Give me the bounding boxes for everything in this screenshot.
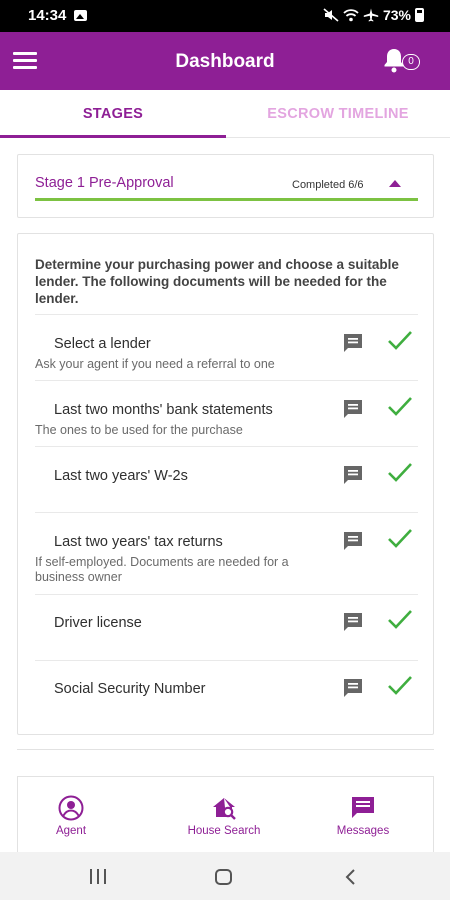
back-button[interactable] [343, 869, 359, 885]
system-navigation-bar [0, 852, 450, 900]
tab-escrow-timeline[interactable]: ESCROW TIMELINE [226, 90, 450, 138]
wifi-icon [343, 9, 359, 22]
task-subtitle: The ones to be used for the purchase [35, 423, 243, 437]
stage-progress-bar [35, 198, 418, 201]
stage-description: Determine your purchasing power and choo… [35, 257, 399, 306]
comment-icon[interactable] [342, 530, 364, 552]
task-title: Social Security Number [54, 681, 206, 697]
checkmark-icon [388, 331, 412, 350]
task-title: Last two months' bank statements [54, 402, 273, 418]
nav-agent-label: Agent [55, 825, 87, 837]
bottom-navigation: Agent House Search Messages [17, 776, 434, 852]
checkmark-icon [388, 610, 412, 629]
notifications-button[interactable]: 0 [382, 47, 422, 75]
comment-icon[interactable] [342, 464, 364, 486]
nav-messages-label: Messages [336, 825, 390, 837]
task-row: Select a lender Ask your agent if you ne… [35, 314, 418, 380]
nav-house-search[interactable]: House Search [174, 795, 274, 837]
notification-count-badge: 0 [402, 54, 420, 70]
nav-messages[interactable]: Messages [323, 795, 403, 837]
task-row: Last two years' tax returns If self-empl… [35, 512, 418, 594]
status-time: 14:34 [28, 7, 67, 24]
task-subtitle: If self-employed. Documents are needed f… [35, 555, 289, 584]
task-row: Driver license [35, 594, 418, 660]
home-button[interactable] [215, 869, 232, 885]
task-title: Select a lender [54, 336, 151, 352]
stage-title: Stage 1 Pre-Approval [35, 175, 174, 191]
comment-icon[interactable] [342, 677, 364, 699]
task-title: Driver license [54, 615, 142, 631]
tab-stages[interactable]: STAGES [0, 90, 226, 138]
nav-house-search-label: House Search [187, 825, 261, 837]
task-row: Last two years' W-2s [35, 446, 418, 512]
checkmark-icon [388, 676, 412, 695]
house-search-icon [213, 798, 236, 820]
checkmark-icon [388, 463, 412, 482]
airplane-mode-icon [363, 8, 379, 22]
next-stage-card-edge [17, 749, 434, 752]
recent-apps-button[interactable] [90, 869, 106, 884]
comment-icon[interactable] [342, 398, 364, 420]
app-bar: Dashboard 0 [0, 32, 450, 90]
stage-header[interactable]: Stage 1 Pre-Approval Completed 6/6 [17, 154, 434, 218]
message-icon [352, 797, 374, 818]
battery-percent: 73% [382, 7, 411, 23]
checkmark-icon [388, 529, 412, 548]
checkmark-icon [388, 397, 412, 416]
nav-agent[interactable]: Agent [41, 795, 101, 837]
task-subtitle: Ask your agent if you need a referral to… [35, 357, 275, 371]
image-notification-icon [74, 10, 87, 21]
tab-bar: STAGES ESCROW TIMELINE [0, 90, 450, 138]
status-bar: 14:34 73% [0, 0, 450, 32]
task-title: Last two years' tax returns [54, 534, 223, 550]
comment-icon[interactable] [342, 611, 364, 633]
status-indicators: 73% [323, 7, 424, 23]
comment-icon[interactable] [342, 332, 364, 354]
task-row: Social Security Number [35, 660, 418, 726]
mute-icon [323, 8, 339, 22]
stage-details-card: Determine your purchasing power and choo… [17, 233, 434, 735]
battery-icon [415, 8, 424, 22]
collapse-caret-icon[interactable] [389, 180, 401, 187]
task-row: Last two months' bank statements The one… [35, 380, 418, 446]
stage-completed-count: Completed 6/6 [292, 179, 364, 191]
person-circle-icon [58, 795, 84, 821]
task-title: Last two years' W-2s [54, 468, 188, 484]
